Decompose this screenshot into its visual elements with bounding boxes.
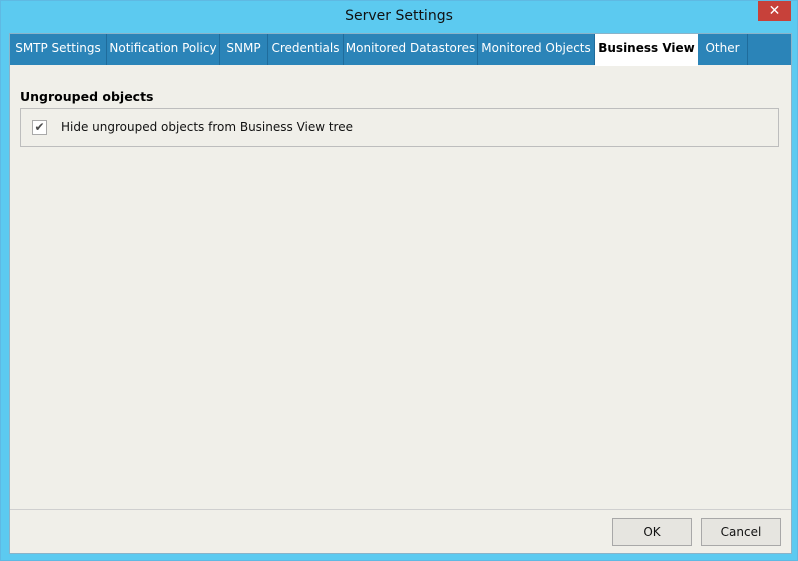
tab-snmp[interactable]: SNMP <box>220 34 268 65</box>
tab-monitored-objects[interactable]: Monitored Objects <box>478 34 595 65</box>
tab-strip: SMTP Settings Notification Policy SNMP C… <box>10 34 791 66</box>
footer-separator <box>10 509 791 510</box>
tab-monitored-datastores[interactable]: Monitored Datastores <box>344 34 478 65</box>
close-button[interactable]: ✕ <box>758 1 791 21</box>
group-title: Ungrouped objects <box>20 89 154 104</box>
checkmark-icon: ✔ <box>34 120 45 134</box>
server-settings-window: Server Settings ✕ SMTP Settings Notifica… <box>0 0 798 561</box>
dialog-body: SMTP Settings Notification Policy SNMP C… <box>9 33 792 554</box>
ungrouped-objects-group: ✔ Hide ungrouped objects from Business V… <box>20 108 779 147</box>
hide-ungrouped-label[interactable]: Hide ungrouped objects from Business Vie… <box>61 120 353 134</box>
tab-credentials[interactable]: Credentials <box>268 34 344 65</box>
tab-smtp-settings[interactable]: SMTP Settings <box>10 34 107 65</box>
close-icon: ✕ <box>768 3 781 19</box>
tab-notification-policy[interactable]: Notification Policy <box>107 34 220 65</box>
title-bar[interactable]: Server Settings ✕ <box>1 1 797 33</box>
cancel-button[interactable]: Cancel <box>701 518 781 546</box>
window-title: Server Settings <box>345 8 453 24</box>
ok-button[interactable]: OK <box>612 518 692 546</box>
tab-other[interactable]: Other <box>698 34 748 65</box>
hide-ungrouped-checkbox[interactable]: ✔ <box>32 120 47 135</box>
tab-business-view[interactable]: Business View <box>595 34 698 66</box>
